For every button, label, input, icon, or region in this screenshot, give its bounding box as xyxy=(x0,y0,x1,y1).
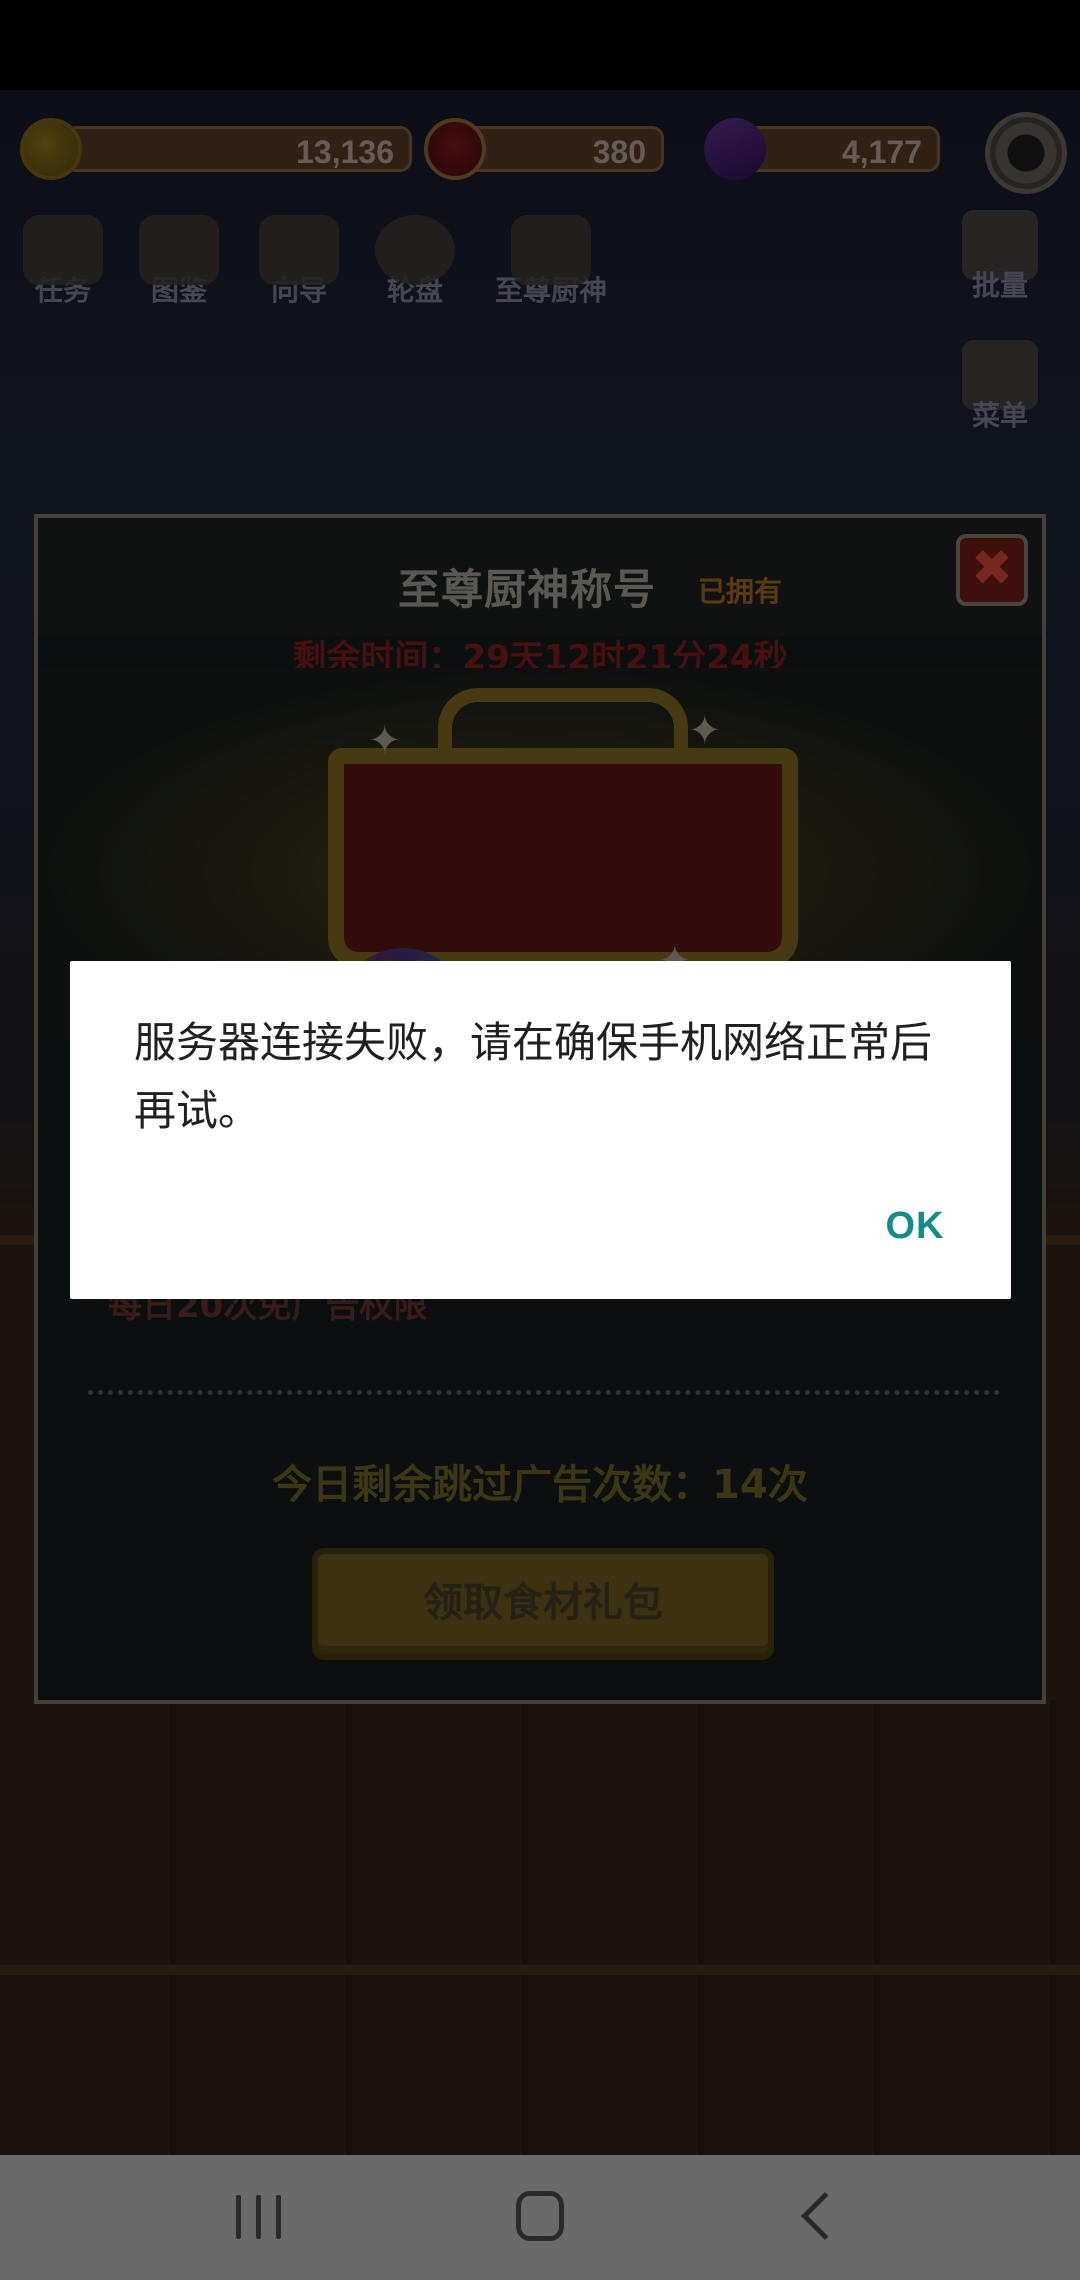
ok-button[interactable]: OK xyxy=(860,1191,970,1261)
system-navigation-bar xyxy=(0,2155,1080,2280)
recent-apps-icon[interactable] xyxy=(232,2195,286,2239)
back-icon[interactable] xyxy=(800,2191,850,2241)
dialog-message: 服务器连接失败，请在确保手机网络正常后再试。 xyxy=(134,1018,933,1135)
error-dialog: 服务器连接失败，请在确保手机网络正常后再试。 OK xyxy=(70,961,1011,1299)
home-icon[interactable] xyxy=(516,2191,564,2241)
